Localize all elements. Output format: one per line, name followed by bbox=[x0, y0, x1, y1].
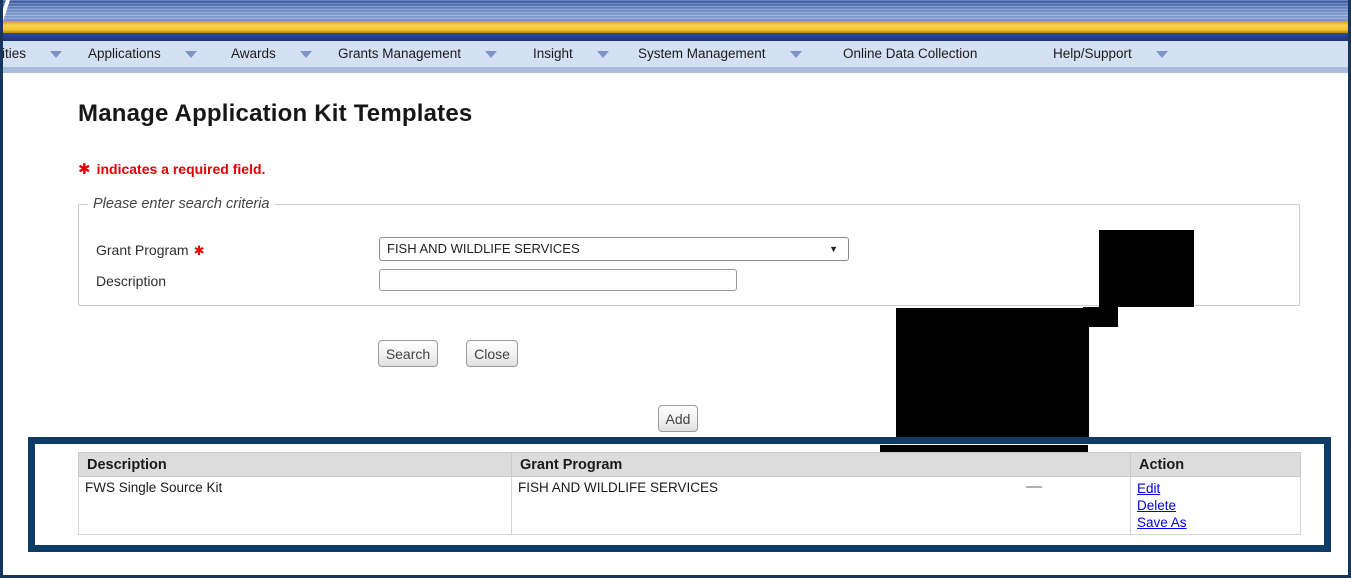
main-menu-bar: ities Applications Awards Grants Managem… bbox=[0, 41, 1351, 67]
faint-dash-artifact bbox=[1026, 486, 1042, 488]
description-input[interactable] bbox=[379, 269, 737, 291]
search-button[interactable]: Search bbox=[378, 340, 438, 367]
menu-item-label: System Management bbox=[638, 41, 766, 67]
dropdown-arrow-icon[interactable] bbox=[300, 51, 312, 58]
dropdown-arrow-icon[interactable] bbox=[1156, 51, 1168, 58]
header-grant-program: Grant Program bbox=[512, 453, 1131, 477]
redaction-box bbox=[1099, 230, 1194, 307]
required-note-text: indicates a required field. bbox=[97, 161, 266, 177]
redaction-box bbox=[896, 308, 1089, 439]
search-criteria-legend: Please enter search criteria bbox=[88, 196, 275, 212]
cell-action: Edit Delete Save As bbox=[1131, 477, 1301, 535]
page-border bbox=[0, 0, 3, 578]
grant-program-label: Grant Program ✱ bbox=[96, 242, 205, 259]
gold-divider-bar bbox=[0, 21, 1351, 33]
menu-item-label: Applications bbox=[88, 41, 161, 67]
close-button[interactable]: Close bbox=[466, 340, 518, 367]
dropdown-arrow-icon[interactable] bbox=[597, 51, 609, 58]
required-asterisk: ✱ bbox=[78, 161, 91, 178]
menu-item-awards[interactable]: Awards bbox=[231, 41, 312, 67]
menu-item-grants-management[interactable]: Grants Management bbox=[338, 41, 497, 67]
grant-program-select[interactable]: FISH AND WILDLIFE SERVICES ▼ bbox=[379, 237, 849, 261]
menu-item-label: Grants Management bbox=[338, 41, 461, 67]
menu-item-label: Online Data Collection bbox=[843, 41, 977, 67]
page-title: Manage Application Kit Templates bbox=[78, 100, 472, 128]
grant-program-label-text: Grant Program bbox=[96, 242, 189, 258]
required-asterisk: ✱ bbox=[194, 243, 205, 258]
top-banner bbox=[0, 0, 1351, 21]
table-row: FWS Single Source Kit FISH AND WILDLIFE … bbox=[79, 477, 1301, 535]
select-dropdown-arrow-icon[interactable]: ▼ bbox=[829, 245, 838, 254]
required-field-note: ✱ indicates a required field. bbox=[78, 160, 265, 178]
menu-item-label: Awards bbox=[231, 41, 276, 67]
header-description: Description bbox=[79, 453, 512, 477]
navy-divider-bar bbox=[0, 33, 1351, 41]
menu-item-help-support[interactable]: Help/Support bbox=[1053, 41, 1168, 67]
menu-item-applications[interactable]: Applications bbox=[88, 41, 197, 67]
grant-program-selected-value: FISH AND WILDLIFE SERVICES bbox=[387, 241, 580, 256]
menu-item-online-data-collection[interactable]: Online Data Collection bbox=[843, 41, 977, 67]
save-as-link[interactable]: Save As bbox=[1137, 514, 1300, 531]
menu-item-activities[interactable]: ities bbox=[2, 41, 62, 67]
header-action: Action bbox=[1131, 453, 1301, 477]
description-label: Description bbox=[96, 273, 166, 289]
dropdown-arrow-icon[interactable] bbox=[790, 51, 802, 58]
edit-link[interactable]: Edit bbox=[1137, 480, 1300, 497]
dropdown-arrow-icon[interactable] bbox=[485, 51, 497, 58]
dropdown-arrow-icon[interactable] bbox=[185, 51, 197, 58]
application-window: ities Applications Awards Grants Managem… bbox=[0, 0, 1351, 578]
redaction-box bbox=[880, 445, 1088, 452]
cell-description: FWS Single Source Kit bbox=[79, 477, 512, 535]
kit-templates-table: Description Grant Program Action FWS Sin… bbox=[78, 452, 1301, 535]
table-header-row: Description Grant Program Action bbox=[79, 453, 1301, 477]
menu-item-label: ities bbox=[2, 41, 26, 67]
menu-item-system-management[interactable]: System Management bbox=[638, 41, 802, 67]
delete-link[interactable]: Delete bbox=[1137, 497, 1300, 514]
menu-item-label: Help/Support bbox=[1053, 41, 1132, 67]
menu-item-label: Insight bbox=[533, 41, 573, 67]
dropdown-arrow-icon[interactable] bbox=[50, 51, 62, 58]
add-button[interactable]: Add bbox=[658, 405, 698, 432]
menu-item-insight[interactable]: Insight bbox=[533, 41, 609, 67]
menu-bar-bottom-edge bbox=[0, 67, 1351, 73]
